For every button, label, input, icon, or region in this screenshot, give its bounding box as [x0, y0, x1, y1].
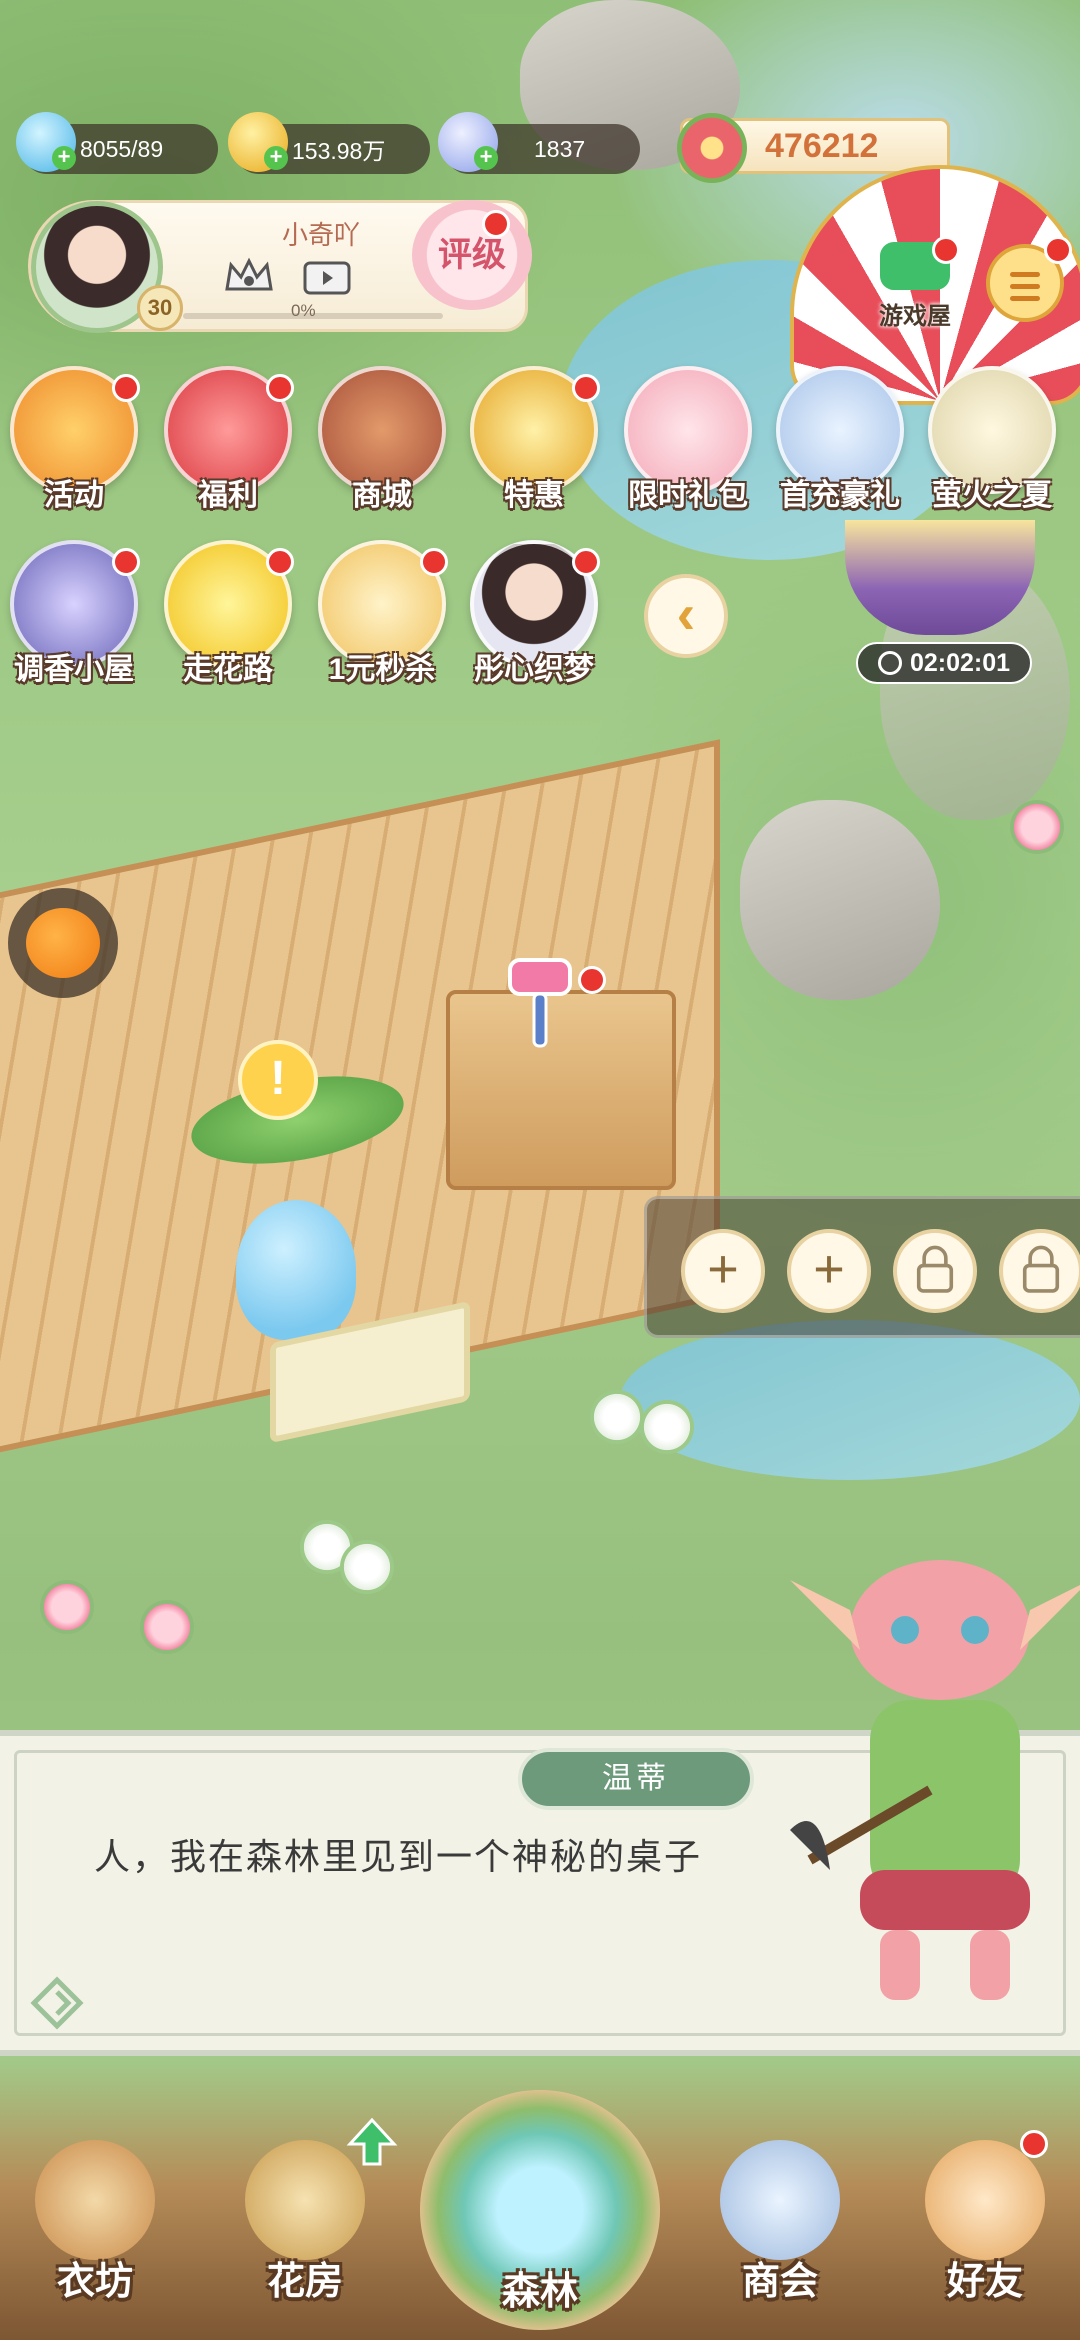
event-flash-sale[interactable]: 1元秒杀 — [312, 540, 452, 690]
event-label: 福利 — [198, 479, 258, 512]
water-value: 8055/89 — [80, 135, 164, 162]
notification-dot — [420, 548, 448, 576]
event-label: 萤火之夏 — [932, 479, 1052, 512]
nav-label: 森林 — [501, 2271, 578, 2313]
event-flower-road[interactable]: 走花路 — [158, 540, 298, 690]
event-dream-weaving[interactable]: 彤心织梦 — [464, 540, 604, 690]
game-house-label[interactable]: 游戏屋 — [860, 296, 970, 331]
add-slot-button[interactable]: + — [787, 1229, 871, 1313]
event-label: 走花路 — [183, 653, 273, 686]
nav-label: 好友 — [946, 2261, 1023, 2303]
nav-clothing-workshop[interactable]: 衣坊 — [10, 2120, 180, 2320]
add-icon[interactable]: + — [52, 146, 76, 170]
notification-dot — [572, 548, 600, 576]
event-activity[interactable]: 活动 — [4, 366, 144, 516]
notification-dot — [578, 966, 606, 994]
locked-slot[interactable] — [999, 1229, 1080, 1313]
wardrobe-door-icon — [35, 2140, 155, 2260]
notification-dot — [1020, 2130, 1048, 2158]
notification-dot — [1044, 236, 1072, 264]
add-slot-button[interactable]: + — [681, 1229, 765, 1313]
slot-bar: + + — [644, 1196, 1080, 1338]
flower-bush — [340, 1540, 394, 1594]
event-limited-gift[interactable]: 限时礼包 — [618, 366, 758, 516]
stream — [620, 1320, 1080, 1480]
drinks-icon — [925, 2140, 1045, 2260]
nav-forest[interactable]: 森林 — [455, 2130, 625, 2330]
add-icon[interactable]: + — [474, 146, 498, 170]
event-welfare[interactable]: 福利 — [158, 366, 298, 516]
event-label: 特惠 — [504, 479, 564, 512]
player-level: 30 — [137, 285, 183, 331]
crown-icon[interactable] — [221, 255, 277, 299]
lint-roller-icon[interactable] — [498, 950, 588, 1060]
speaker-name: 温蒂 — [518, 1748, 754, 1810]
flower-bush — [1010, 800, 1064, 854]
level-progress-text: 0% — [291, 301, 316, 320]
dialog-text: 人，我在森林里见到一个神秘的桌子 — [94, 1836, 703, 1877]
timer-text: 02:02:01 — [909, 648, 1011, 677]
pumpkin-icon — [26, 908, 100, 978]
lock-icon — [916, 1245, 954, 1293]
crystal-resource[interactable]: + 1837 — [438, 112, 640, 174]
rating-button[interactable]: 评级 — [412, 200, 532, 310]
nav-label: 衣坊 — [56, 2261, 133, 2303]
portal-icon — [480, 2150, 600, 2270]
event-first-recharge[interactable]: 首充豪礼 — [770, 366, 910, 516]
coin-resource[interactable]: + 153.98万 — [228, 112, 430, 174]
pumpkin-button[interactable] — [8, 888, 118, 998]
rating-label: 评级 — [438, 236, 506, 274]
coin-value: 153.98万 — [292, 138, 386, 164]
event-special-offer[interactable]: 特惠 — [464, 366, 604, 516]
notification-dot — [112, 548, 140, 576]
event-perfume-house[interactable]: 调香小屋 — [4, 540, 144, 690]
notification-dot — [932, 236, 960, 264]
add-icon[interactable]: + — [264, 146, 288, 170]
collapse-button[interactable]: ‹ — [644, 574, 728, 658]
video-icon[interactable] — [299, 255, 355, 299]
chevron-left-icon: ‹ — [676, 582, 696, 645]
event-label: 彤心织梦 — [474, 653, 594, 686]
nav-guild[interactable]: 商会 — [695, 2120, 865, 2320]
rock — [740, 800, 940, 1000]
lock-icon — [1022, 1245, 1060, 1293]
nav-label: 商会 — [741, 2261, 818, 2303]
notification-dot — [266, 374, 294, 402]
flower-resource[interactable]: 476212 — [677, 113, 950, 183]
notification-dot — [112, 374, 140, 402]
flower-bush — [640, 1400, 694, 1454]
event-shop[interactable]: 商城 — [312, 366, 452, 516]
flower-value: 476212 — [765, 126, 879, 165]
notification-dot — [266, 548, 294, 576]
nav-label: 花房 — [266, 2261, 343, 2303]
notification-dot — [482, 210, 510, 238]
crystal-value: 1837 — [534, 135, 586, 162]
axolotl-character — [790, 1560, 1080, 2000]
event-timer: 02:02:01 — [856, 642, 1032, 684]
player-name: 小奇吖 — [281, 220, 360, 250]
scroll-icon — [720, 2140, 840, 2260]
jelly-spirit[interactable] — [236, 1200, 356, 1340]
water-resource[interactable]: + 8055/89 — [16, 112, 218, 174]
locked-slot[interactable] — [893, 1229, 977, 1313]
flower-bush — [140, 1600, 194, 1654]
skip-icon[interactable] — [28, 1974, 86, 2032]
flower-bush — [590, 1390, 644, 1444]
flower-icon — [677, 113, 747, 183]
alert-icon[interactable]: ! — [238, 1040, 318, 1120]
upgrade-arrow-icon — [346, 2117, 398, 2166]
clock-icon — [877, 651, 902, 675]
event-firefly-summer[interactable]: 萤火之夏 — [922, 366, 1062, 516]
notification-dot — [572, 374, 600, 402]
flower-bush — [40, 1580, 94, 1634]
